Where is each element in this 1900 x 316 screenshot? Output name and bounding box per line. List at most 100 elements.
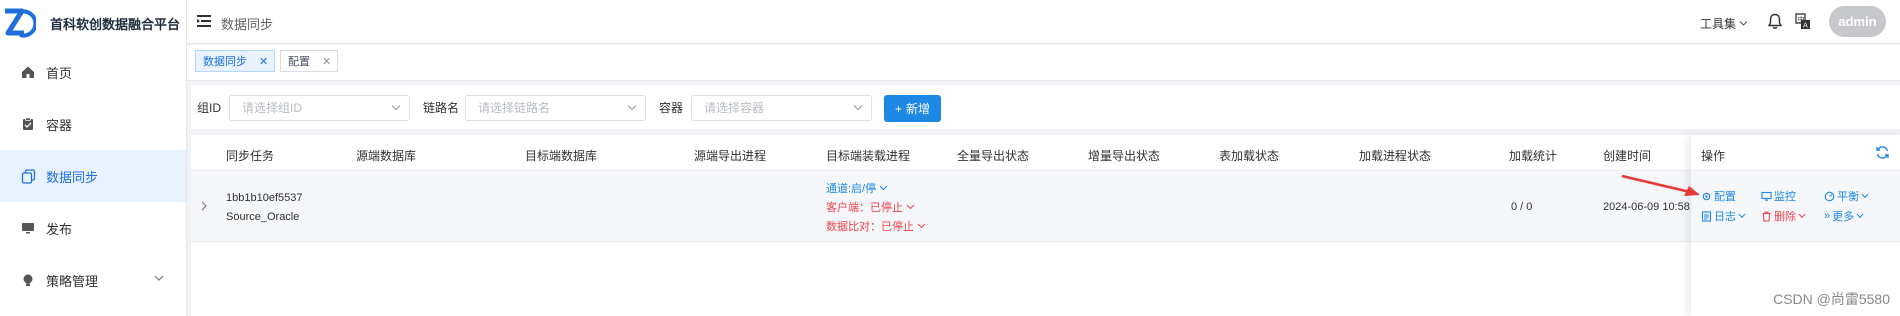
monitor-label: 监控 (1774, 191, 1796, 203)
link-name-placeholder: 请选择链路名 (478, 101, 551, 115)
group-id-select[interactable]: 请选择组ID (229, 95, 410, 121)
top-header: 数据同步 工具集 中 A admin (187, 0, 1900, 44)
sidebar: 首科软创数据融合平台 首页 容器 数据同步 发布 策略管理 (0, 0, 187, 316)
app-title: 首科软创数据融合平台 (50, 16, 181, 32)
trash-icon (1762, 211, 1771, 222)
toolset-dropdown[interactable]: 工具集 (1700, 15, 1748, 32)
breadcrumb: 数据同步 (221, 17, 274, 32)
toolset-label: 工具集 (1699, 17, 1736, 31)
column-header: 源端数据库 (356, 149, 417, 163)
dashboard-icon (1824, 191, 1835, 201)
sidebar-item-label: 首页 (46, 65, 73, 81)
config-label: 配置 (1714, 191, 1736, 203)
task-id: 1bb1b10ef5537 (226, 192, 303, 204)
link-name-label: 链路名 (423, 101, 460, 115)
tag-label: 配置 (288, 56, 310, 68)
table-header: 同步任务 源端数据库 目标端数据库 源端导出进程 目标端装载进程 全量导出状态 … (191, 135, 1900, 171)
sidebar-item-data-sync[interactable]: 数据同步 (0, 150, 186, 202)
sidebar-item-home[interactable]: 首页 (0, 46, 186, 98)
created-time: 2024-06-09 10:58: (1603, 201, 1693, 213)
task-cell: 1bb1b10ef5537 Source_Oracle (226, 189, 302, 227)
avatar[interactable]: admin (1829, 6, 1886, 37)
container-label: 容器 (659, 101, 684, 115)
more-dropdown[interactable]: » 更多 (1824, 208, 1864, 224)
tags-view: 数据同步 ✕ 配置 ✕ (187, 45, 1900, 81)
copy-icon (20, 168, 36, 184)
balance-label: 平衡 (1837, 191, 1859, 203)
tag-label: 数据同步 (203, 56, 247, 68)
chevron-down-icon (917, 223, 926, 228)
monitor-icon (1761, 191, 1772, 201)
column-header: 源端导出进程 (694, 149, 767, 163)
chevron-down-icon (879, 185, 888, 190)
plus-icon: + (894, 101, 902, 116)
double-chevron-right-icon: » (1824, 210, 1831, 222)
delete-dropdown[interactable]: 删除 (1761, 208, 1806, 224)
client-status-dropdown[interactable]: 客户端：已停止 (826, 197, 926, 216)
close-icon[interactable]: ✕ (322, 55, 331, 68)
log-icon (1701, 210, 1712, 222)
balance-dropdown[interactable]: 平衡 (1824, 188, 1869, 204)
sidebar-item-label: 数据同步 (46, 169, 99, 185)
config-button[interactable]: 配置 (1701, 188, 1736, 204)
brand: 首科软创数据融合平台 (0, 0, 186, 46)
column-header: 增量导出状态 (1088, 149, 1161, 163)
chevron-down-icon (154, 275, 164, 281)
home-icon (20, 64, 36, 80)
client-status: 客户端：已停止 (826, 201, 903, 214)
tag-config[interactable]: 配置 ✕ (280, 50, 339, 72)
delete-label: 删除 (1774, 211, 1796, 223)
sidebar-item-label: 容器 (46, 117, 73, 133)
group-id-placeholder: 请选择组ID (242, 101, 303, 115)
chevron-down-icon (906, 204, 915, 209)
monitor-button[interactable]: 监控 (1761, 188, 1796, 204)
load-stats: 0 / 0 (1511, 201, 1533, 213)
channel-status-dropdown[interactable]: 通道:启/停 (826, 178, 926, 197)
column-header: 加载进程状态 (1359, 149, 1432, 163)
chevron-down-icon (853, 105, 863, 111)
column-header: 同步任务 (226, 149, 275, 163)
watermark: CSDN @尚雷5580 (1773, 291, 1890, 307)
sidebar-item-label: 发布 (46, 221, 73, 237)
column-header: 表加载状态 (1219, 149, 1280, 163)
svg-text:A: A (1803, 22, 1808, 30)
sidebar-item-publish[interactable]: 发布 (0, 202, 186, 254)
refresh-icon[interactable] (1875, 145, 1890, 160)
bulb-icon (20, 272, 36, 288)
log-label: 日志 (1714, 211, 1736, 223)
more-label: 更多 (1832, 211, 1855, 223)
monitor-icon (20, 220, 36, 236)
gear-icon (1702, 192, 1711, 200)
task-name: Source_Oracle (226, 211, 300, 223)
sidebar-item-policy[interactable]: 策略管理 (0, 254, 186, 306)
sync-task-table: 同步任务 源端数据库 目标端数据库 源端导出进程 目标端装载进程 全量导出状态 … (191, 135, 1900, 316)
container-placeholder: 请选择容器 (704, 101, 765, 115)
add-button[interactable]: + 新增 (884, 95, 941, 122)
operations-title: 操作 (1701, 149, 1726, 163)
link-name-select[interactable]: 请选择链路名 (465, 95, 646, 121)
group-id-label: 组ID (197, 101, 222, 115)
bell-icon[interactable] (1767, 13, 1783, 30)
compare-status-dropdown[interactable]: 数据比对：已停止 (826, 216, 926, 235)
column-header: 创建时间 (1603, 149, 1652, 163)
chevron-right-icon[interactable] (200, 201, 208, 211)
close-icon[interactable]: ✕ (259, 55, 268, 68)
zd-logo (5, 8, 36, 38)
sidebar-item-container[interactable]: 容器 (0, 98, 186, 150)
clipboard-icon (20, 116, 36, 132)
column-header: 全量导出状态 (957, 149, 1030, 163)
filter-bar: 组ID 请选择组ID 链路名 请选择链路名 容器 请选择容器 + 新增 (191, 85, 1900, 129)
language-icon[interactable]: 中 A (1795, 13, 1811, 30)
log-dropdown[interactable]: 日志 (1701, 208, 1746, 224)
column-header: 目标端数据库 (525, 149, 598, 163)
hamburger-icon[interactable] (197, 14, 211, 28)
container-select[interactable]: 请选择容器 (691, 95, 872, 121)
sidebar-item-label: 策略管理 (46, 273, 99, 289)
annotation-arrow (1621, 174, 1700, 196)
chevron-down-icon (391, 105, 401, 111)
chevron-down-icon (627, 105, 637, 111)
compare-status: 数据比对：已停止 (826, 220, 914, 233)
chevron-down-icon (1739, 21, 1748, 26)
tag-data-sync[interactable]: 数据同步 ✕ (195, 50, 276, 72)
column-header: 目标端装载进程 (826, 149, 911, 163)
